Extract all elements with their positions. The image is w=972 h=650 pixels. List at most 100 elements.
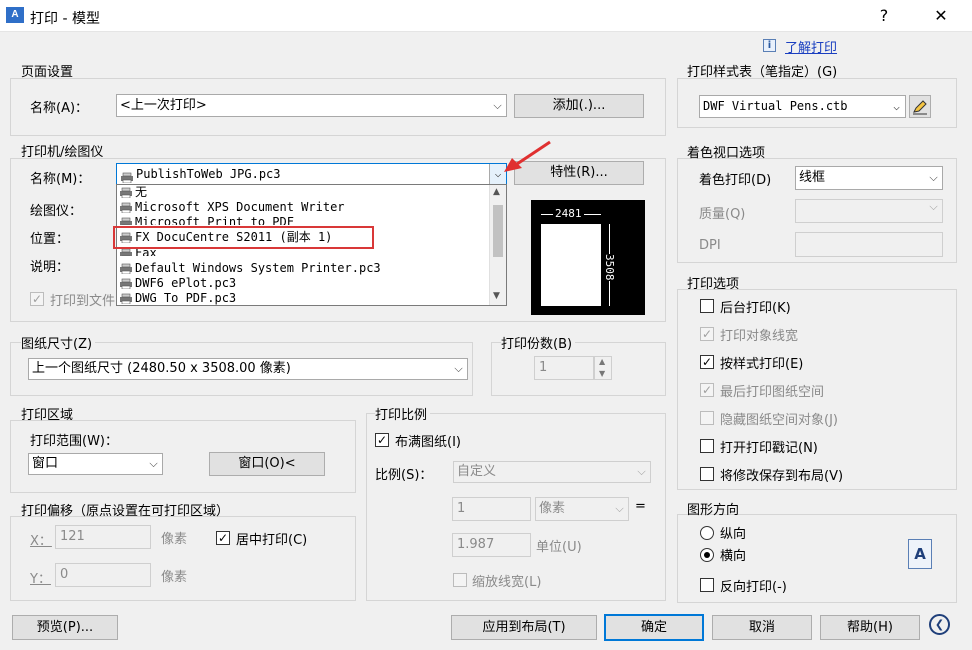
chevron-down-icon: ⌵ <box>929 200 938 213</box>
plot-option-label: 打开打印戳记(N) <box>720 441 818 456</box>
offset-y-input[interactable]: 0 <box>55 563 151 587</box>
offset-y-unit: 像素 <box>161 570 188 585</box>
plot-area-title: 打印区域 <box>21 408 74 423</box>
dpi-input[interactable] <box>795 232 943 257</box>
paper-size-combo[interactable]: 上一个图纸尺寸 (2480.50 x 3508.00 像素) ⌵ <box>28 358 468 380</box>
edit-style-button[interactable] <box>909 95 931 118</box>
plot-option-label: 最后打印图纸空间 <box>720 385 825 400</box>
preview-width-value: 2481 <box>553 207 584 220</box>
plot-option-label: 按样式打印(E) <box>720 357 804 372</box>
upside-down-checkbox[interactable] <box>700 578 714 592</box>
style-table-combo[interactable]: DWF Virtual Pens.ctb ⌵ <box>699 95 906 118</box>
list-item[interactable]: DWG To PDF.pc3 <box>119 291 236 305</box>
printer-icon <box>119 248 133 256</box>
scale-lineweights-label: 缩放线宽(L) <box>472 575 542 590</box>
add-page-setup-button[interactable]: 添加(.)... <box>514 94 644 118</box>
chevron-down-icon: ⌵ <box>893 100 900 113</box>
scroll-down-icon[interactable]: ▼ <box>493 291 500 301</box>
page-setup-title: 页面设置 <box>21 65 74 80</box>
help-button[interactable]: 帮助(H) <box>820 615 920 640</box>
style-table-title: 打印样式表（笔指定）(G) <box>687 65 838 80</box>
chevron-down-icon: ⌵ <box>454 362 463 375</box>
plot-range-combo[interactable]: 窗口 ⌵ <box>28 453 163 475</box>
description-label: 说明： <box>30 260 70 275</box>
highlight-box <box>113 226 374 249</box>
list-item[interactable]: DWF6 ePlot.pc3 <box>119 276 236 291</box>
annotation-arrow-icon <box>504 140 551 172</box>
printer-name-combo[interactable]: PublishToWeb JPG.pc3 ⌵ <box>116 163 507 185</box>
plot-with-styles-checkbox[interactable]: ✓ <box>700 355 714 369</box>
shaded-viewport-title: 着色视口选项 <box>687 146 766 161</box>
paper-preview-sheet <box>541 224 601 306</box>
quality-combo[interactable]: ⌵ <box>795 199 943 223</box>
portrait-radio[interactable] <box>700 526 714 540</box>
copies-stepper[interactable]: ▲ ▼ <box>594 356 612 380</box>
paper-size-value: 上一个图纸尺寸 (2480.50 x 3508.00 像素) <box>32 361 291 376</box>
chevron-down-icon: ⌵ <box>493 99 502 112</box>
preview-button[interactable]: 预览(P)... <box>12 615 118 640</box>
scale-value2-input[interactable]: 1.987 <box>452 533 531 557</box>
chevron-down-icon: ⌵ <box>637 465 646 478</box>
center-plot-checkbox[interactable]: ✓ <box>216 531 230 545</box>
list-item[interactable]: Default Windows System Printer.pc3 <box>119 261 381 276</box>
window-title: 打印 - 模型 <box>30 11 100 27</box>
window-select-button[interactable]: 窗口(O)< <box>209 452 325 476</box>
dropdown-scrollbar[interactable]: ▲ ▼ <box>489 185 506 305</box>
list-item[interactable]: Microsoft Print to PDF <box>119 215 294 225</box>
radio-selected-dot <box>704 552 710 558</box>
printer-icon <box>119 187 133 199</box>
equals-sign: = <box>635 499 646 514</box>
dpi-label: DPI <box>699 238 721 253</box>
collapse-options-icon[interactable]: ❮ <box>929 614 950 635</box>
save-to-layout-checkbox[interactable] <box>700 467 714 481</box>
offset-x-input[interactable]: 121 <box>55 525 151 549</box>
scale-lineweights-checkbox[interactable] <box>453 573 467 587</box>
paper-size-title: 图纸尺寸(Z) <box>21 333 96 352</box>
cancel-button[interactable]: 取消 <box>712 615 812 640</box>
scale-unit-combo[interactable]: 像素 ⌵ <box>535 497 629 521</box>
shade-plot-combo[interactable]: 线框 ⌵ <box>795 166 943 190</box>
background-plot-checkbox[interactable] <box>700 299 714 313</box>
plot-paperspace-last-checkbox[interactable]: ✓ <box>700 383 714 397</box>
step-up-icon[interactable]: ▲ <box>599 357 605 366</box>
list-item[interactable]: 无 <box>119 185 147 200</box>
scroll-up-icon[interactable]: ▲ <box>493 187 500 197</box>
printer-icon <box>119 278 133 290</box>
page-setup-name-combo[interactable]: <上一次打印> ⌵ <box>116 94 507 117</box>
printer-name-label: 名称(M)： <box>30 172 91 187</box>
plot-scale-title: 打印比例 <box>375 404 431 423</box>
plot-option-label: 隐藏图纸空间对象(J) <box>720 413 838 428</box>
pencil-icon <box>913 100 927 115</box>
ok-button[interactable]: 确定 <box>604 614 704 641</box>
scale-value1-input[interactable]: 1 <box>452 497 531 521</box>
scale-unit-value: 像素 <box>539 501 566 516</box>
step-down-icon[interactable]: ▼ <box>599 369 605 378</box>
scale-combo[interactable]: 自定义 ⌵ <box>453 461 651 483</box>
offset-y-label: Y： <box>30 572 51 587</box>
hide-paperspace-objects-checkbox[interactable] <box>700 411 714 425</box>
plot-stamp-checkbox[interactable] <box>700 439 714 453</box>
fit-to-paper-checkbox[interactable]: ✓ <box>375 433 389 447</box>
close-window-button[interactable]: ✕ <box>926 4 956 28</box>
apply-to-layout-button[interactable]: 应用到布局(T) <box>451 615 597 640</box>
list-item[interactable]: Microsoft XPS Document Writer <box>119 200 345 215</box>
shade-plot-label: 着色打印(D) <box>699 173 772 188</box>
scale-unit2-label: 单位(U) <box>536 540 582 555</box>
plot-lineweights-checkbox[interactable]: ✓ <box>700 327 714 341</box>
plot-option-label: 后台打印(K) <box>720 301 791 316</box>
scale-value: 自定义 <box>457 464 497 479</box>
plotter-label: 绘图仪： <box>30 204 83 219</box>
chevron-down-icon: ⌵ <box>615 502 624 515</box>
plot-offset-title: 打印偏移（原点设置在可打印区域） <box>21 504 230 519</box>
offset-x-label: X： <box>30 534 52 549</box>
printer-icon <box>119 217 133 225</box>
copies-input[interactable]: 1 <box>534 356 594 380</box>
plot-option-label: 将修改保存到布局(V) <box>720 469 844 484</box>
landscape-radio[interactable] <box>700 548 714 562</box>
learn-printing-link[interactable]: 了解打印 <box>785 37 837 56</box>
shade-plot-value: 线框 <box>799 170 826 185</box>
print-to-file-checkbox[interactable]: ✓ <box>30 292 44 306</box>
help-titlebar-button[interactable]: ? <box>869 4 899 28</box>
chevron-down-icon: ⌵ <box>149 457 158 470</box>
scrollbar-thumb[interactable] <box>493 205 503 257</box>
